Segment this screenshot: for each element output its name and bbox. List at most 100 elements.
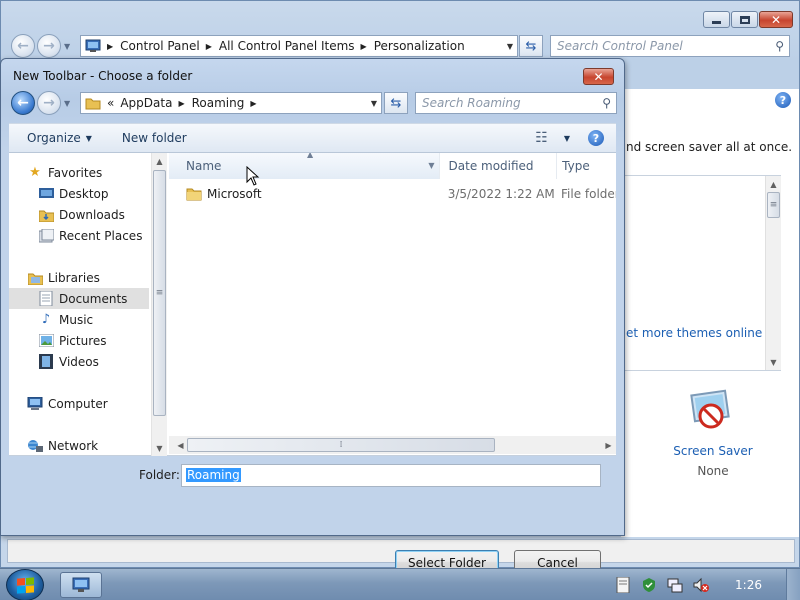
taskbar: 1:26 bbox=[0, 568, 800, 600]
nav-documents-label: Documents bbox=[59, 291, 128, 306]
scroll-right-icon[interactable]: ▶ bbox=[601, 437, 616, 453]
network-status-icon[interactable] bbox=[666, 576, 684, 594]
address-dropdown-icon[interactable]: ▼ bbox=[507, 42, 513, 51]
nav-downloads-label: Downloads bbox=[59, 207, 125, 222]
crumb-separator-icon: ▶ bbox=[360, 41, 367, 51]
minimize-button[interactable] bbox=[703, 11, 730, 28]
table-row[interactable]: Microsoft 3/5/2022 1:22 AM File folder bbox=[169, 183, 616, 205]
nav-libraries[interactable]: Libraries bbox=[9, 267, 149, 288]
file-date: 3/5/2022 1:22 AM bbox=[447, 187, 555, 201]
cp-refresh-button[interactable]: ⇆ bbox=[519, 35, 543, 57]
grip-icon: ≡ bbox=[155, 288, 164, 298]
dialog-search-input[interactable]: Search Roaming ⚲ bbox=[415, 92, 617, 114]
file-name-cell: Microsoft bbox=[169, 187, 439, 201]
history-dropdown-icon[interactable]: ▼ bbox=[64, 42, 70, 51]
nav-documents[interactable]: Documents bbox=[9, 288, 149, 309]
nav-downloads[interactable]: Downloads bbox=[9, 204, 149, 225]
nav-pictures[interactable]: Pictures bbox=[9, 330, 149, 351]
system-tray bbox=[614, 569, 800, 600]
view-options-dropdown[interactable]: ▼ bbox=[555, 134, 580, 143]
crumb-separator-icon: ▶ bbox=[178, 98, 185, 108]
scroll-up-icon[interactable]: ▲ bbox=[152, 153, 167, 169]
address-dropdown-icon[interactable]: ▼ bbox=[371, 99, 377, 108]
nav-recent-places[interactable]: Recent Places bbox=[9, 225, 149, 246]
address-overflow[interactable]: « bbox=[107, 96, 114, 110]
breadcrumb-appdata[interactable]: AppData bbox=[120, 96, 172, 110]
star-icon: ★ bbox=[29, 165, 41, 180]
file-list[interactable]: ▲ Name ▼ Date modified Type Microsoft 3/… bbox=[169, 153, 616, 456]
column-name-label: Name bbox=[186, 159, 222, 173]
help-icon: ? bbox=[588, 130, 604, 146]
dialog-help-button[interactable]: ? bbox=[580, 130, 616, 146]
column-header-type[interactable]: Type bbox=[557, 153, 616, 179]
volume-muted-icon[interactable] bbox=[692, 576, 710, 594]
close-icon: ✕ bbox=[593, 69, 604, 84]
dialog-refresh-button[interactable]: ⇆ bbox=[384, 92, 408, 114]
crumb-separator-icon: ▶ bbox=[205, 41, 212, 51]
breadcrumb-control-panel[interactable]: Control Panel bbox=[120, 39, 200, 53]
videos-icon bbox=[38, 354, 54, 370]
scroll-thumb[interactable]: ≡ bbox=[153, 170, 166, 416]
close-button[interactable]: ✕ bbox=[759, 11, 793, 28]
history-dropdown-icon[interactable]: ▼ bbox=[64, 99, 70, 108]
screen-saver-link[interactable]: Screen Saver bbox=[661, 444, 765, 458]
search-icon[interactable]: ⚲ bbox=[775, 39, 784, 53]
themes-list[interactable] bbox=[623, 175, 781, 371]
dialog-address-bar[interactable]: « AppData ▶ Roaming ▶ ▼ bbox=[80, 92, 382, 114]
get-more-themes-link[interactable]: et more themes online bbox=[626, 326, 762, 340]
organize-menu[interactable]: Organize ▼ bbox=[19, 131, 100, 145]
nav-libraries-label: Libraries bbox=[48, 270, 100, 285]
cp-search-input[interactable]: Search Control Panel ⚲ bbox=[550, 35, 790, 57]
nav-music-label: Music bbox=[59, 312, 94, 327]
dialog-close-button[interactable]: ✕ bbox=[583, 68, 614, 85]
nav-videos[interactable]: Videos bbox=[9, 351, 149, 372]
action-center-icon[interactable] bbox=[614, 576, 632, 594]
scroll-down-icon[interactable]: ▼ bbox=[152, 440, 167, 456]
choose-folder-dialog: New Toolbar - Choose a folder ✕ ← → ▼ « … bbox=[0, 58, 625, 575]
nav-computer[interactable]: Computer bbox=[9, 393, 149, 414]
refresh-icon: ⇆ bbox=[525, 38, 537, 54]
maximize-button[interactable] bbox=[731, 11, 758, 28]
breadcrumb-personalization[interactable]: Personalization bbox=[374, 39, 465, 53]
scroll-left-icon[interactable]: ◀ bbox=[173, 437, 188, 453]
show-desktop-button[interactable] bbox=[786, 569, 800, 600]
file-list-h-scrollbar[interactable]: ◀ ⁞ ▶ bbox=[169, 436, 616, 454]
scroll-down-icon[interactable]: ▼ bbox=[766, 354, 781, 370]
refresh-icon: ⇆ bbox=[390, 95, 402, 111]
search-icon[interactable]: ⚲ bbox=[602, 96, 611, 110]
breadcrumb-roaming[interactable]: Roaming bbox=[192, 96, 245, 110]
forward-button[interactable]: → bbox=[37, 91, 61, 115]
security-icon[interactable] bbox=[640, 576, 658, 594]
dialog-nav-buttons: ← → ▼ bbox=[11, 91, 70, 115]
column-header-name[interactable]: ▲ Name ▼ bbox=[169, 153, 440, 179]
nav-favorites[interactable]: ★ Favorites bbox=[9, 162, 149, 183]
cp-address-bar[interactable]: ▶ Control Panel ▶ All Control Panel Item… bbox=[80, 35, 518, 57]
forward-button[interactable]: → bbox=[37, 34, 61, 58]
nav-desktop[interactable]: Desktop bbox=[9, 183, 149, 204]
column-header-date[interactable]: Date modified bbox=[440, 153, 558, 179]
breadcrumb-all-items[interactable]: All Control Panel Items bbox=[219, 39, 355, 53]
screen-saver-icon[interactable] bbox=[687, 387, 735, 435]
scroll-thumb[interactable]: ≡ bbox=[767, 192, 780, 218]
navigation-pane[interactable]: ★ Favorites Desktop Downloads Recent Plac… bbox=[9, 153, 151, 456]
back-button[interactable]: ← bbox=[11, 91, 35, 115]
window-caption-buttons: ✕ bbox=[703, 11, 793, 28]
taskbar-control-panel-button[interactable] bbox=[60, 572, 102, 598]
pictures-icon bbox=[38, 333, 54, 349]
scroll-thumb[interactable]: ⁞ bbox=[187, 438, 495, 452]
folder-input[interactable]: Roaming bbox=[181, 464, 601, 487]
start-button[interactable] bbox=[6, 569, 44, 600]
nav-network[interactable]: Network bbox=[9, 435, 149, 456]
chevron-down-icon: ▼ bbox=[563, 133, 570, 143]
chevron-down-icon[interactable]: ▼ bbox=[428, 161, 434, 170]
themes-scrollbar[interactable]: ▲ ≡ ▼ bbox=[765, 176, 781, 370]
scroll-up-icon[interactable]: ▲ bbox=[766, 176, 781, 192]
help-icon[interactable]: ? bbox=[775, 92, 791, 108]
grip-icon: ⁞ bbox=[339, 440, 343, 450]
back-button[interactable]: ← bbox=[11, 34, 35, 58]
new-folder-button[interactable]: New folder bbox=[114, 131, 195, 145]
nav-pane-scrollbar[interactable]: ▲ ≡ ▼ bbox=[151, 153, 167, 456]
change-view-button[interactable]: ☷ bbox=[527, 130, 555, 146]
clock[interactable]: 1:26 bbox=[735, 578, 762, 592]
nav-music[interactable]: ♪ Music bbox=[9, 309, 149, 330]
